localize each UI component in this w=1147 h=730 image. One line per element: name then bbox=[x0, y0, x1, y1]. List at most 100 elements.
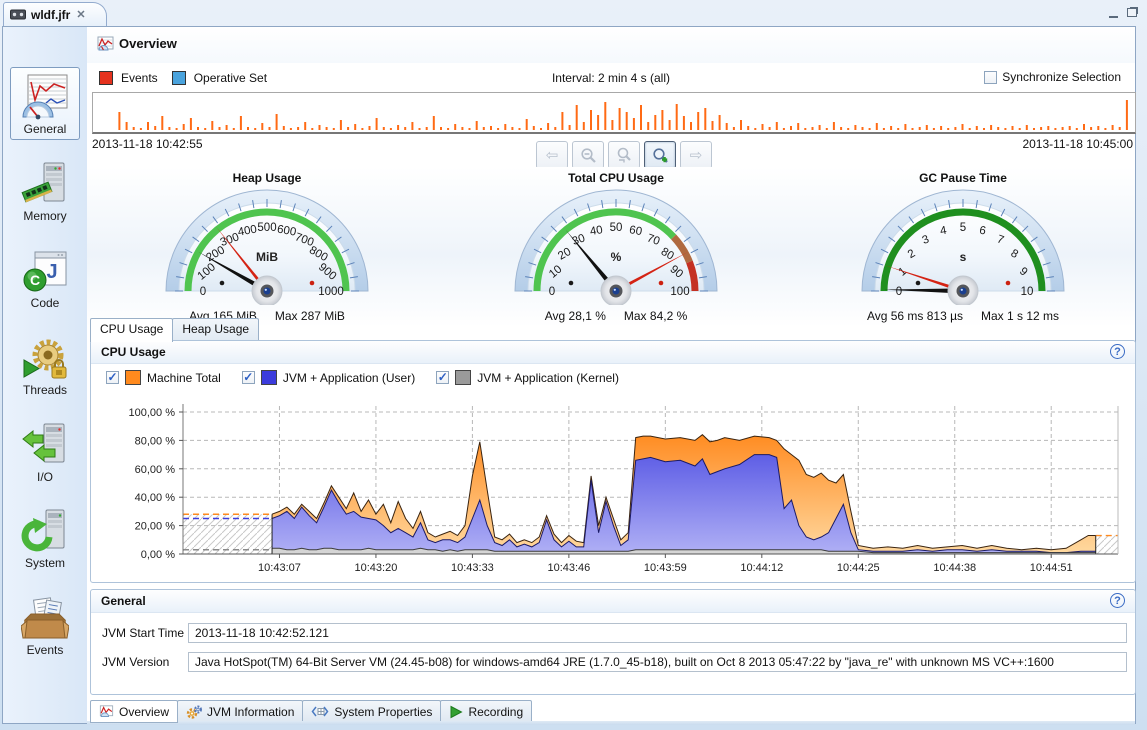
threads-gears-icon bbox=[21, 334, 69, 382]
synchronize-selection-group: Synchronize Selection bbox=[984, 70, 1121, 84]
jvm-version-field[interactable]: Java HotSpot(TM) 64-Bit Server VM (24.45… bbox=[188, 652, 1127, 672]
svg-text:10:43:33: 10:43:33 bbox=[451, 562, 494, 574]
io-server-arrows-icon bbox=[21, 421, 69, 469]
view-tabs: Overview JVM Information bbox=[90, 700, 531, 723]
total-cpu-usage-gauge: Total CPU Usage 0102030405060708090100% … bbox=[496, 171, 736, 310]
jvm-start-time-label: JVM Start Time bbox=[102, 626, 184, 640]
sidebar-item-label: Code bbox=[3, 296, 87, 310]
sidebar-item-system[interactable]: System bbox=[3, 507, 87, 570]
tab-recording[interactable]: Recording bbox=[440, 700, 532, 723]
jvm-kernel-label: JVM + Application (Kernel) bbox=[477, 371, 619, 385]
jvm-user-swatch bbox=[261, 370, 277, 385]
sidebar-item-io[interactable]: I/O bbox=[3, 421, 87, 484]
editor-tab-bar: wldf.jfr ✕ bbox=[0, 0, 1147, 26]
timeline-end-time: 2013-11-18 10:45:00 bbox=[1022, 137, 1133, 151]
sidebar-item-label: System bbox=[3, 556, 87, 570]
sidebar-item-events[interactable]: Events bbox=[3, 594, 87, 657]
editor-tab-wldf[interactable]: wldf.jfr ✕ bbox=[3, 2, 107, 26]
bottom-strip bbox=[87, 721, 1135, 725]
svg-text:C: C bbox=[30, 272, 40, 288]
tab-label: Overview bbox=[119, 705, 169, 719]
tab-system-properties[interactable]: System Properties bbox=[302, 700, 441, 723]
jvm-start-time-row: JVM Start Time 2013-11-18 10:42:52.121 bbox=[91, 623, 1135, 643]
heap-usage-gauge: Heap Usage 01002003004005006007008009001… bbox=[147, 171, 387, 310]
zoom-reset-icon bbox=[616, 147, 633, 164]
back-button[interactable]: ⇦ bbox=[536, 141, 568, 169]
svg-text:10:43:20: 10:43:20 bbox=[355, 562, 398, 574]
jvm-user-checkbox[interactable] bbox=[242, 371, 255, 384]
tab-heap-usage[interactable]: Heap Usage bbox=[172, 318, 259, 340]
cpu-section-title: CPU Usage bbox=[101, 345, 166, 359]
forward-button[interactable]: ⇨ bbox=[680, 141, 712, 169]
zoom-toolbar: ⇦ bbox=[536, 141, 712, 169]
tab-close-icon[interactable]: ✕ bbox=[76, 8, 85, 21]
cpu-usage-area-chart[interactable]: 0,00 %20,00 %40,00 %60,00 %80,00 %100,00… bbox=[96, 393, 1134, 579]
tab-cpu-usage[interactable]: CPU Usage bbox=[90, 318, 173, 342]
zoom-out-icon bbox=[580, 147, 597, 164]
events-timeline-strip[interactable] bbox=[92, 92, 1136, 134]
jvm-kernel-swatch bbox=[455, 370, 471, 385]
events-legend-label: Events bbox=[121, 71, 158, 85]
zoom-in-button[interactable] bbox=[644, 141, 676, 169]
sidebar-item-general[interactable]: General bbox=[3, 73, 87, 136]
legend-machine-total: Machine Total bbox=[106, 370, 221, 385]
svg-text:10:44:38: 10:44:38 bbox=[933, 562, 976, 574]
gc-pause-time-gauge: GC Pause Time 012345678910s Avg 56 ms 81… bbox=[843, 171, 1083, 310]
gauge-max: Max 84,2 % bbox=[624, 309, 687, 323]
gauge-title: Heap Usage bbox=[147, 171, 387, 187]
help-icon[interactable]: ? bbox=[1110, 593, 1125, 608]
svg-text:5: 5 bbox=[960, 222, 966, 234]
gauge-stats: Avg 28,1 %Max 84,2 % bbox=[496, 309, 736, 323]
zoom-out-button[interactable] bbox=[572, 141, 604, 169]
general-section: General ? JVM Start Time 2013-11-18 10:4… bbox=[90, 589, 1136, 695]
svg-text:100,00 %: 100,00 % bbox=[129, 407, 176, 419]
svg-text:10:43:07: 10:43:07 bbox=[258, 562, 301, 574]
memory-ram-server-icon bbox=[21, 160, 69, 208]
overview-chart-icon bbox=[97, 36, 114, 53]
svg-text:0: 0 bbox=[549, 286, 555, 298]
gauge-title: Total CPU Usage bbox=[496, 171, 736, 187]
sidebar-item-code[interactable]: J C Code bbox=[3, 247, 87, 310]
legend-jvm-kernel: JVM + Application (Kernel) bbox=[436, 370, 619, 385]
synchronize-selection-checkbox[interactable] bbox=[984, 71, 997, 84]
overview-header: Overview bbox=[87, 27, 1135, 63]
chart-tabs: CPU Usage Heap Usage bbox=[90, 318, 258, 342]
sidebar-item-label: I/O bbox=[3, 470, 87, 484]
sidebar-item-label: Events bbox=[3, 643, 87, 657]
restore-icon[interactable] bbox=[1127, 8, 1137, 17]
back-arrow-icon: ⇦ bbox=[546, 148, 559, 163]
svg-text:10:44:51: 10:44:51 bbox=[1030, 562, 1073, 574]
operative-set-swatch bbox=[172, 71, 186, 85]
svg-text:10:43:46: 10:43:46 bbox=[547, 562, 590, 574]
general-gauge-chart-icon bbox=[21, 73, 69, 121]
svg-text:50: 50 bbox=[610, 222, 623, 234]
svg-text:20,00 %: 20,00 % bbox=[135, 521, 176, 533]
jvm-start-time-field[interactable]: 2013-11-18 10:42:52.121 bbox=[188, 623, 1127, 643]
machine-total-checkbox[interactable] bbox=[106, 371, 119, 384]
editor-area: General Memory bbox=[2, 26, 1136, 724]
machine-total-label: Machine Total bbox=[147, 371, 221, 385]
tab-jvm-information[interactable]: JVM Information bbox=[177, 700, 303, 723]
help-icon[interactable]: ? bbox=[1110, 344, 1125, 359]
jvm-user-label: JVM + Application (User) bbox=[283, 371, 415, 385]
recording-play-icon bbox=[449, 705, 463, 719]
svg-text:J: J bbox=[46, 261, 57, 283]
svg-text:10:44:25: 10:44:25 bbox=[837, 562, 880, 574]
tab-overview[interactable]: Overview bbox=[90, 700, 178, 723]
code-window-icon: J C bbox=[21, 247, 69, 295]
minimize-icon[interactable] bbox=[1109, 8, 1118, 18]
svg-text:60: 60 bbox=[628, 224, 643, 238]
forward-arrow-icon: ⇨ bbox=[690, 148, 703, 163]
svg-text:40,00 %: 40,00 % bbox=[135, 492, 176, 504]
svg-text:0: 0 bbox=[896, 286, 902, 298]
svg-text:1000: 1000 bbox=[318, 286, 344, 298]
flight-recording-file-icon bbox=[10, 8, 26, 21]
sidebar-item-threads[interactable]: Threads bbox=[3, 334, 87, 397]
zoom-reset-button[interactable] bbox=[608, 141, 640, 169]
jvm-version-row: JVM Version Java HotSpot(TM) 64-Bit Serv… bbox=[91, 652, 1135, 672]
jvm-kernel-checkbox[interactable] bbox=[436, 371, 449, 384]
heap-usage-dial: 01002003004005006007008009001000MiB bbox=[147, 187, 387, 305]
gears-icon bbox=[186, 705, 202, 719]
sidebar-item-memory[interactable]: Memory bbox=[3, 160, 87, 223]
svg-text:0: 0 bbox=[200, 286, 206, 298]
